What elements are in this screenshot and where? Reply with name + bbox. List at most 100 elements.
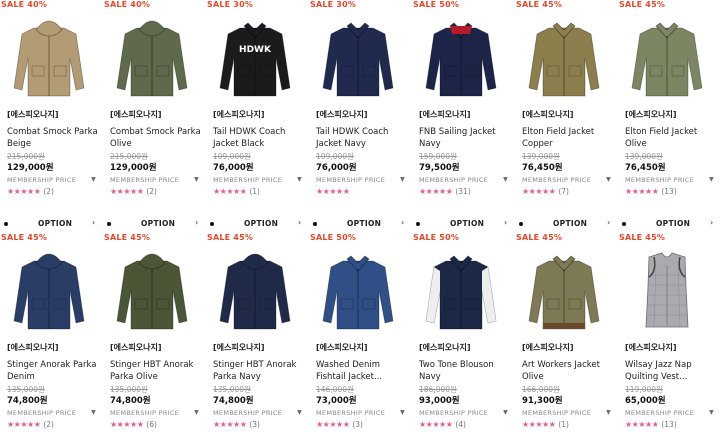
product-card[interactable]: SALE 40% [에스피오나지] Combat Smock Parka Oli… <box>103 0 202 212</box>
brand-label[interactable]: [에스피오나지] <box>419 109 470 120</box>
option-selector[interactable]: OPTION › <box>206 218 304 232</box>
field-jacket-icon[interactable] <box>624 14 710 102</box>
membership-price-toggle[interactable]: MEMBERSHIP PRICE ▼ <box>625 176 714 184</box>
product-name[interactable]: Washed Denim Fishtail Jacket... <box>316 359 408 383</box>
blouson-icon[interactable] <box>418 247 504 335</box>
membership-price-toggle[interactable]: MEMBERSHIP PRICE ▼ <box>316 176 405 184</box>
membership-price-toggle[interactable]: MEMBERSHIP PRICE ▼ <box>522 176 611 184</box>
option-selector[interactable]: OPTION › <box>0 218 98 232</box>
membership-price-toggle[interactable]: MEMBERSHIP PRICE ▼ <box>213 409 302 417</box>
option-label[interactable]: OPTION <box>38 219 72 228</box>
product-name[interactable]: Tail HDWK Coach Jacket Black <box>213 126 305 150</box>
review-count: (3) <box>352 420 363 429</box>
chevron-right-icon[interactable]: › <box>710 218 713 227</box>
chevron-right-icon[interactable]: › <box>298 218 301 227</box>
option-selector[interactable]: OPTION › <box>412 218 510 232</box>
rating-stars: ★★★★★ (6) <box>110 420 157 429</box>
product-name[interactable]: Elton Field Jacket Olive <box>625 126 717 150</box>
product-name[interactable]: Two Tone Blouson Navy <box>419 359 511 383</box>
review-count: (3) <box>249 420 260 429</box>
product-name[interactable]: Elton Field Jacket Copper <box>522 126 614 150</box>
parka-icon[interactable] <box>6 14 92 102</box>
sailing-jacket-icon[interactable] <box>418 14 504 102</box>
anorak-icon[interactable] <box>109 247 195 335</box>
option-label[interactable]: OPTION <box>450 219 484 228</box>
parka-icon[interactable] <box>109 14 195 102</box>
option-label[interactable]: OPTION <box>656 219 690 228</box>
brand-label[interactable]: [에스피오나지] <box>316 109 367 120</box>
product-name[interactable]: Art Workers Jacket Olive <box>522 359 614 383</box>
product-name[interactable]: Stinger HBT Anorak Parka Navy <box>213 359 305 383</box>
membership-price-toggle[interactable]: MEMBERSHIP PRICE ▼ <box>522 409 611 417</box>
rating-stars: ★★★★★ (2) <box>7 187 54 196</box>
brand-label[interactable]: [에스피오나지] <box>419 342 470 353</box>
brand-label[interactable]: [에스피오나지] <box>110 109 161 120</box>
option-selector[interactable]: OPTION › <box>103 218 201 232</box>
brand-label[interactable]: [에스피오나지] <box>625 109 676 120</box>
sale-price: 76,450원 <box>522 163 563 173</box>
membership-price-toggle[interactable]: MEMBERSHIP PRICE ▼ <box>625 409 714 417</box>
membership-price-toggle[interactable]: MEMBERSHIP PRICE ▼ <box>7 176 96 184</box>
product-card[interactable]: SALE 45% [에스피오나지] Stinger HBT Anorak Par… <box>103 233 199 445</box>
coach-jacket-icon[interactable] <box>315 14 401 102</box>
product-card[interactable]: SALE 45% [에스피오나지] Stinger Anorak Parka D… <box>0 233 96 445</box>
product-name[interactable]: Wilsay Jazz Nap Quilting Vest... <box>625 359 717 383</box>
chevron-right-icon[interactable]: › <box>92 218 95 227</box>
membership-price-toggle[interactable]: MEMBERSHIP PRICE ▼ <box>316 409 405 417</box>
quilted-vest-icon[interactable] <box>624 247 710 335</box>
product-card[interactable]: SALE 50% [에스피오나지] FNB Sailing Jacket Nav… <box>412 0 508 212</box>
brand-label[interactable]: [에스피오나지] <box>625 342 676 353</box>
brand-label[interactable]: [에스피오나지] <box>522 342 573 353</box>
brand-label[interactable]: [에스피오나지] <box>110 342 161 353</box>
product-card[interactable]: SALE 30% [에스피오나지] Tail HDWK Coach Jacket… <box>309 0 405 212</box>
brand-label[interactable]: [에스피오나지] <box>522 109 573 120</box>
product-name[interactable]: Combat Smock Parka Beige <box>7 126 99 150</box>
product-card[interactable]: SALE 50% [에스피오나지] Two Tone Blouson Navy … <box>412 233 508 445</box>
product-name[interactable]: Stinger Anorak Parka Denim <box>7 359 99 383</box>
membership-price-toggle[interactable]: MEMBERSHIP PRICE ▼ <box>419 409 508 417</box>
caret-down-icon: ▼ <box>400 176 405 183</box>
membership-price-toggle[interactable]: MEMBERSHIP PRICE ▼ <box>110 176 199 184</box>
product-name[interactable]: Tail HDWK Coach Jacket Navy <box>316 126 408 150</box>
membership-price-toggle[interactable]: MEMBERSHIP PRICE ▼ <box>7 409 96 417</box>
option-label[interactable]: OPTION <box>553 219 587 228</box>
brand-label[interactable]: [에스피오나지] <box>7 342 58 353</box>
option-label[interactable]: OPTION <box>347 219 381 228</box>
work-jacket-icon[interactable] <box>521 247 607 335</box>
chevron-right-icon[interactable]: › <box>504 218 507 227</box>
chevron-right-icon[interactable]: › <box>607 218 610 227</box>
product-card[interactable]: SALE 40% [에스피오나지] Combat Smock Parka Bei… <box>0 0 99 212</box>
option-selector[interactable]: OPTION › <box>515 218 613 232</box>
star-rating: ★★★★★ <box>213 187 247 196</box>
coach-jacket-icon[interactable]: HDWK <box>212 14 298 102</box>
product-name[interactable]: FNB Sailing Jacket Navy <box>419 126 511 150</box>
sale-price: 74,800원 <box>7 396 48 406</box>
membership-price-toggle[interactable]: MEMBERSHIP PRICE ▼ <box>419 176 508 184</box>
field-jacket-icon[interactable] <box>521 14 607 102</box>
option-label[interactable]: OPTION <box>141 219 175 228</box>
anorak-icon[interactable] <box>212 247 298 335</box>
option-selector[interactable]: OPTION › <box>309 218 407 232</box>
product-card[interactable]: SALE 45% [에스피오나지] Art Workers Jacket Oli… <box>515 233 611 445</box>
product-card[interactable]: SALE 45% [에스피오나지] Stinger HBT Anorak Par… <box>206 233 302 445</box>
membership-price-toggle[interactable]: MEMBERSHIP PRICE ▼ <box>110 409 199 417</box>
product-card[interactable]: SALE 45% [에스피오나지] Elton Field Jacket Cop… <box>515 0 611 212</box>
brand-label[interactable]: [에스피오나지] <box>213 342 264 353</box>
option-label[interactable]: OPTION <box>244 219 278 228</box>
fishtail-parka-icon[interactable] <box>315 247 401 335</box>
anorak-icon[interactable] <box>6 247 92 335</box>
product-name[interactable]: Stinger HBT Anorak Parka Olive <box>110 359 202 383</box>
product-card[interactable]: SALE 45% [에스피오나지] Elton Field Jacket Oli… <box>618 0 714 212</box>
product-card[interactable]: SALE 45% [에스피오나지] Wilsay Jazz Nap Quilti… <box>618 233 714 445</box>
option-selector[interactable]: OPTION › <box>618 218 716 232</box>
chevron-right-icon[interactable]: › <box>195 218 198 227</box>
brand-label[interactable]: [에스피오나지] <box>213 109 264 120</box>
product-name[interactable]: Combat Smock Parka Olive <box>110 126 202 150</box>
chevron-right-icon[interactable]: › <box>401 218 404 227</box>
product-card[interactable]: SALE 30% HDWK [에스피오나지] Tail HDWK Coach J… <box>206 0 302 212</box>
product-card[interactable]: SALE 50% [에스피오나지] Washed Denim Fishtail … <box>309 233 405 445</box>
sale-price: 76,450원 <box>625 163 666 173</box>
brand-label[interactable]: [에스피오나지] <box>316 342 367 353</box>
membership-price-toggle[interactable]: MEMBERSHIP PRICE ▼ <box>213 176 302 184</box>
brand-label[interactable]: [에스피오나지] <box>7 109 58 120</box>
